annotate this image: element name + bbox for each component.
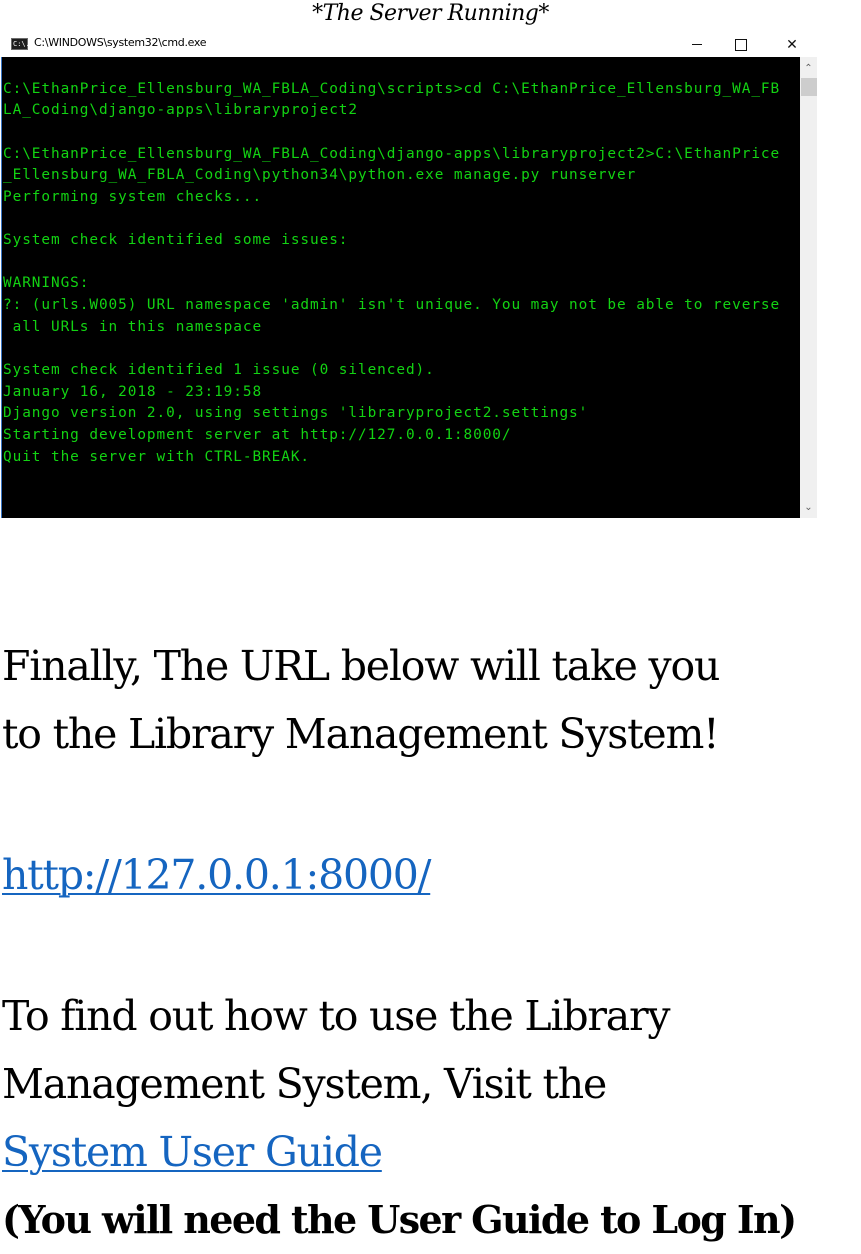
screenshot-caption: *The Server Running*	[312, 1, 549, 26]
vertical-scrollbar[interactable]: ⌃ ⌄	[800, 57, 817, 518]
console-line: LA_Coding\django-apps\libraryproject2	[3, 102, 358, 119]
window-titlebar[interactable]: C:\. C:\WINDOWS\system32\cmd.exe ✕	[0, 31, 818, 58]
user-guide-link[interactable]: System User Guide	[2, 1128, 383, 1176]
cmd-window: C:\. C:\WINDOWS\system32\cmd.exe ✕ C:\Et…	[0, 31, 818, 518]
console-line: C:\EthanPrice_Ellensburg_WA_FBLA_Coding\…	[3, 145, 781, 162]
url-paragraph: http://127.0.0.1:8000/	[2, 841, 431, 909]
console-line: System check identified 1 issue (0 silen…	[3, 361, 435, 378]
intro-paragraph: Finally, The URL below will take you to …	[2, 632, 720, 768]
console-line: Starting development server at http://12…	[3, 426, 512, 443]
close-button[interactable]: ✕	[769, 31, 815, 58]
console-line: C:\EthanPrice_Ellensburg_WA_FBLA_Coding\…	[3, 80, 781, 97]
console-text: C:\EthanPrice_Ellensburg_WA_FBLA_Coding\…	[3, 57, 780, 490]
console-line: ?: (urls.W005) URL namespace 'admin' isn…	[3, 297, 781, 314]
intro-line-1: Finally, The URL below will take you	[2, 642, 720, 690]
chevron-down-icon: ⌄	[804, 502, 813, 513]
minimize-icon	[692, 44, 702, 45]
window-title: C:\WINDOWS\system32\cmd.exe	[34, 36, 207, 49]
scroll-down-button[interactable]: ⌄	[800, 499, 817, 516]
console-line: Django version 2.0, using settings 'libr…	[3, 405, 589, 422]
console-line: Quit the server with CTRL-BREAK.	[3, 448, 311, 465]
scroll-up-button[interactable]: ⌃	[800, 60, 817, 77]
guide-paragraph: To find out how to use the Library Manag…	[2, 982, 797, 1254]
maximize-icon	[735, 38, 747, 51]
console-line: _Ellensburg_WA_FBLA_Coding\python34\pyth…	[3, 167, 637, 184]
chevron-up-icon: ⌃	[804, 63, 813, 74]
login-note: (You will need the User Guide to Log In)	[2, 1197, 797, 1242]
guide-line-2: Management System, Visit the	[2, 1060, 607, 1108]
console-line: System check identified some issues:	[3, 232, 349, 249]
minimize-button[interactable]	[674, 31, 720, 58]
maximize-button[interactable]	[718, 31, 764, 58]
console-line: all URLs in this namespace	[3, 318, 263, 335]
console-line: Performing system checks...	[3, 188, 263, 205]
console-line: January 16, 2018 - 23:19:58	[3, 383, 263, 400]
server-url-link[interactable]: http://127.0.0.1:8000/	[2, 851, 431, 899]
intro-line-2: to the Library Management System!	[2, 710, 720, 758]
close-icon: ✕	[786, 36, 798, 53]
console-line: WARNINGS:	[3, 275, 90, 292]
guide-line-1: To find out how to use the Library	[2, 992, 671, 1040]
console-output[interactable]: C:\EthanPrice_Ellensburg_WA_FBLA_Coding\…	[1, 57, 801, 518]
scroll-thumb[interactable]	[801, 78, 817, 96]
cmd-app-icon[interactable]: C:\.	[11, 38, 30, 50]
